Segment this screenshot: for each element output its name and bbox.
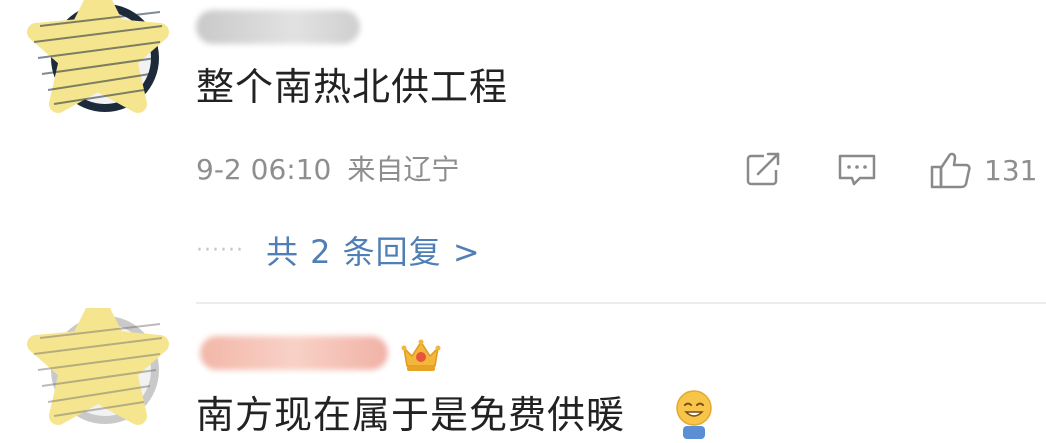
comment-item: 南方现在属于是免费供暖: [0, 300, 1046, 439]
like-count: 131: [984, 153, 1038, 187]
grinning-emoji: [672, 388, 716, 439]
comment-text: 整个南热北供工程: [196, 65, 509, 109]
reply-button[interactable]: [836, 150, 878, 190]
replies-row: ······ 共 2 条回复 >: [196, 228, 481, 272]
comment-item: 整个南热北供工程 9-2 06:10 来自辽宁 131 ······ 共 2 条回…: [0, 0, 1046, 300]
comment-text: 南方现在属于是免费供暖: [196, 393, 626, 437]
comment-timestamp: 9-2 06:10: [196, 153, 332, 186]
dots-icon: ······: [196, 237, 244, 263]
view-replies-link[interactable]: 共 2 条回复 >: [266, 227, 481, 273]
share-icon: [746, 152, 782, 186]
comment-meta: 9-2 06:10 来自辽宁: [196, 150, 475, 190]
username-redacted[interactable]: [200, 336, 388, 370]
like-button[interactable]: 131: [928, 150, 1037, 190]
star-avatar[interactable]: [20, 0, 170, 125]
comment-icon: [838, 154, 876, 186]
crown-badge-icon: [400, 336, 442, 374]
thumbs-up-icon: [930, 152, 971, 189]
star-avatar[interactable]: [20, 308, 170, 433]
username-redacted[interactable]: [196, 10, 360, 44]
share-button[interactable]: [744, 150, 784, 190]
comment-location: 来自辽宁: [347, 153, 460, 186]
